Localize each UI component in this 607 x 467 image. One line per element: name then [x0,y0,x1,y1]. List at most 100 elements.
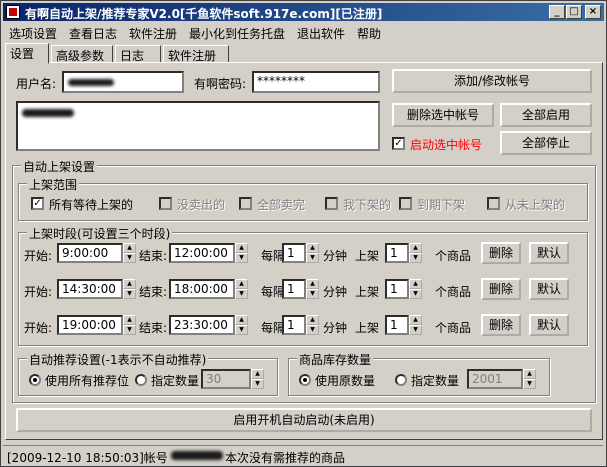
spin-down-icon[interactable]: ▼ [235,289,248,299]
period-interval-input[interactable]: 1 [282,243,306,263]
stock-count-spinner[interactable]: ▲ ▼ [523,369,536,389]
period-end-spinner[interactable]: ▲ ▼ [235,315,248,335]
period-end-spinner[interactable]: ▲ ▼ [235,243,248,263]
period-end-input[interactable]: 23:30:00 [169,315,235,335]
period-end-input[interactable]: 18:00:00 [169,279,235,299]
menu-options[interactable]: 选项设置 [9,25,57,42]
spin-up-icon[interactable]: ▲ [306,279,319,289]
spin-down-icon[interactable]: ▼ [123,325,136,335]
spin-down-icon[interactable]: ▼ [306,325,319,335]
period-delete-button[interactable]: 删除 [481,314,521,336]
spin-down-icon[interactable]: ▼ [123,253,136,263]
spin-up-icon[interactable]: ▲ [235,315,248,325]
spin-up-icon[interactable]: ▲ [306,243,319,253]
spin-down-icon[interactable]: ▼ [409,325,422,335]
spin-up-icon[interactable]: ▲ [123,243,136,253]
spin-up-icon[interactable]: ▲ [409,279,422,289]
redacted-username [68,79,114,86]
period-interval-spinner[interactable]: ▲ ▼ [306,279,319,299]
period-start-spinner[interactable]: ▲ ▼ [123,279,136,299]
period-start-spinner[interactable]: ▲ ▼ [123,315,136,335]
maximize-icon[interactable]: □ [566,5,582,19]
stock-count-input[interactable]: 2001 [467,369,523,389]
spin-down-icon[interactable]: ▼ [306,289,319,299]
period-count-input[interactable]: 1 [385,315,409,335]
recommend-count-radio[interactable] [135,374,147,386]
spin-up-icon[interactable]: ▲ [409,243,422,253]
period-count-spinner[interactable]: ▲ ▼ [409,279,422,299]
tab-register[interactable]: 软件注册 [163,45,229,63]
spin-down-icon[interactable]: ▼ [235,253,248,263]
tab-advanced[interactable]: 高级参数 [51,45,113,63]
range-never-listed-checkbox[interactable] [487,197,500,210]
password-input[interactable]: ******** [252,71,380,93]
close-icon[interactable]: × [585,5,601,19]
period-default-button[interactable]: 默认 [529,314,569,336]
menu-view-log[interactable]: 查看日志 [69,25,117,42]
period-end-spinner[interactable]: ▲ ▼ [235,279,248,299]
period-start-spinner[interactable]: ▲ ▼ [123,243,136,263]
delete-account-button[interactable]: 删除选中帐号 [392,103,494,127]
stock-count-radio[interactable] [395,374,407,386]
spin-down-icon[interactable]: ▼ [409,253,422,263]
spin-up-icon[interactable]: ▲ [409,315,422,325]
spin-down-icon[interactable]: ▼ [251,379,264,389]
tab-log[interactable]: 日志 [115,45,161,63]
period-count-input[interactable]: 1 [385,243,409,263]
start-selected-label: 启动选中帐号 [410,138,483,152]
period-default-button[interactable]: 默认 [529,278,569,300]
range-expired-checkbox[interactable] [399,197,412,210]
spin-up-icon[interactable]: ▲ [251,369,264,379]
stock-count-label: 指定数量 [411,374,460,388]
spin-down-icon[interactable]: ▼ [523,379,536,389]
period-count-spinner[interactable]: ▲ ▼ [409,243,422,263]
menu-exit[interactable]: 退出软件 [297,25,345,42]
menu-minimize-tray[interactable]: 最小化到任务托盘 [189,25,285,42]
period-count-input[interactable]: 1 [385,279,409,299]
menu-register[interactable]: 软件注册 [129,25,177,42]
period-default-button[interactable]: 默认 [529,242,569,264]
period-start-input[interactable]: 14:30:00 [57,279,123,299]
period-delete-button[interactable]: 删除 [481,278,521,300]
range-my-delisted-checkbox[interactable] [325,197,338,210]
range-unsold-checkbox[interactable] [159,197,172,210]
tab-settings[interactable]: 设置 [5,43,49,64]
period-interval-input[interactable]: 1 [282,279,306,299]
period-interval-spinner[interactable]: ▲ ▼ [306,315,319,335]
period-end-input[interactable]: 12:00:00 [169,243,235,263]
title-bar[interactable]: 有啊自动上架/推荐专家V2.0[千鱼软件soft.917e.com][已注册] … [3,3,604,21]
period-start-input[interactable]: 9:00:00 [57,243,123,263]
range-sold-out-checkbox[interactable] [239,197,252,210]
menu-help[interactable]: 帮助 [357,25,381,42]
spin-down-icon[interactable]: ▼ [123,289,136,299]
spin-up-icon[interactable]: ▲ [235,279,248,289]
spin-up-icon[interactable]: ▲ [123,315,136,325]
period-interval-spinner[interactable]: ▲ ▼ [306,243,319,263]
minimize-icon[interactable]: _ [549,5,565,19]
range-all-waiting-checkbox[interactable]: ✓ [31,197,44,210]
account-list[interactable] [16,101,380,151]
spin-down-icon[interactable]: ▼ [306,253,319,263]
period-start-input[interactable]: 19:00:00 [57,315,123,335]
spin-up-icon[interactable]: ▲ [123,279,136,289]
stop-all-button[interactable]: 全部停止 [500,131,592,155]
period-delete-button[interactable]: 删除 [481,242,521,264]
range-my-delisted-label: 我下架的 [343,198,392,212]
spin-down-icon[interactable]: ▼ [409,289,422,299]
recommend-count-input[interactable]: 30 [201,369,251,389]
spin-up-icon[interactable]: ▲ [523,369,536,379]
add-modify-account-button[interactable]: 添加/修改帐号 [392,69,592,93]
auto-startup-button[interactable]: 启用开机自动启动(未启用) [16,408,592,432]
spin-down-icon[interactable]: ▼ [235,325,248,335]
period-interval-input[interactable]: 1 [282,315,306,335]
enable-all-button[interactable]: 全部启用 [500,103,592,127]
start-selected-checkbox[interactable]: ✓ [392,137,405,150]
stock-orig-radio[interactable] [299,374,311,386]
period-minute-label: 分钟 [323,285,348,299]
period-count-spinner[interactable]: ▲ ▼ [409,315,422,335]
recommend-all-radio[interactable] [29,374,41,386]
username-input[interactable] [62,71,184,93]
spin-up-icon[interactable]: ▲ [235,243,248,253]
spin-up-icon[interactable]: ▲ [306,315,319,325]
recommend-count-spinner[interactable]: ▲ ▼ [251,369,264,389]
